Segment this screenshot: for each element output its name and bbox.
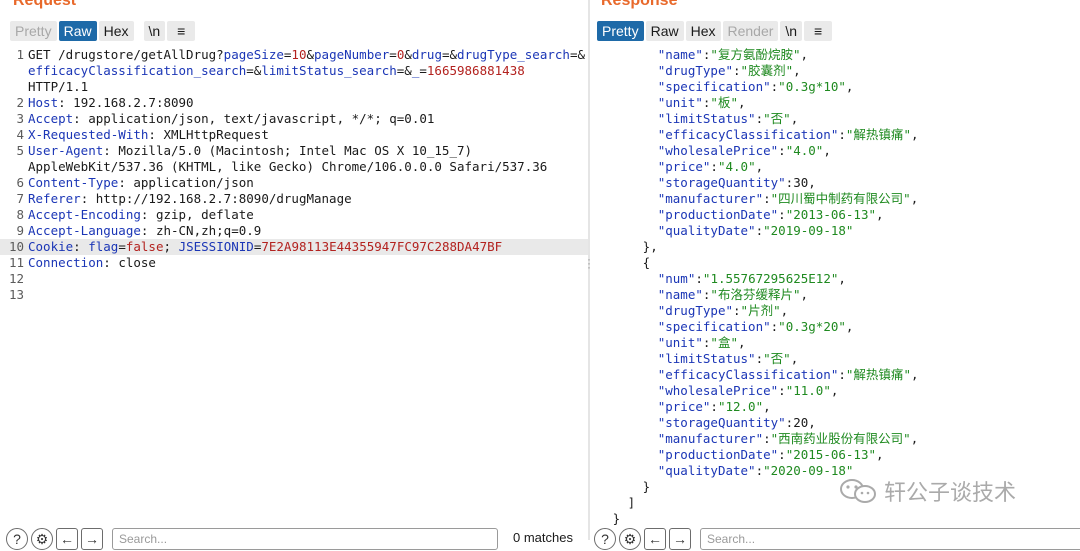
help-icon[interactable]: ? — [594, 528, 616, 550]
request-line-9: 9 Accept-Language: zh-CN,zh;q=0.9 — [16, 223, 262, 238]
tab-raw[interactable]: Raw — [645, 21, 684, 41]
next-match-icon[interactable]: → — [81, 528, 103, 550]
response-search-bar: ? ⚙ ← → Search... — [594, 527, 1080, 551]
request-line-12: 12 — [8, 271, 24, 286]
request-line-5: 5 User-Agent: Mozilla/5.0 (Macintosh; Int… — [16, 143, 473, 158]
wechat-logo-icon — [840, 479, 876, 503]
tab-hex[interactable]: Hex — [98, 21, 134, 41]
request-line-7: 7 Referer: http://192.168.2.7:8090/drugMa… — [16, 191, 352, 206]
previous-match-icon[interactable]: ← — [644, 528, 666, 550]
response-view-tabs: Pretty Raw Hex Render \n ≡ — [597, 21, 834, 41]
request-line-11: 11 Connection: close — [8, 255, 156, 270]
request-line-1: 1 GET /drugstore/getAllDrug?pageSize=10&p… — [16, 47, 585, 62]
request-line-8: 8 Accept-Encoding: gzip, deflate — [16, 207, 254, 222]
request-line-3: 3 Accept: application/json, text/javascri… — [16, 111, 435, 126]
response-pane: Response Pretty Raw Hex Render \n ≡ "nam… — [590, 0, 1080, 540]
response-title: Response — [601, 0, 678, 9]
newline-toggle[interactable]: \n — [143, 21, 166, 41]
request-search-input[interactable]: Search... — [112, 528, 498, 550]
tab-raw[interactable]: Raw — [58, 21, 97, 41]
request-pane: Request Pretty Raw Hex \n ≡ 1 GET /drugst… — [0, 0, 588, 540]
request-line-6: 6 Content-Type: application/json — [16, 175, 254, 190]
request-view-tabs: Pretty Raw Hex \n ≡ — [10, 21, 197, 41]
match-count: 0 matches — [513, 530, 573, 545]
newline-toggle[interactable]: \n — [780, 21, 803, 41]
tab-render[interactable]: Render — [722, 21, 779, 41]
watermark: 轩公子谈技术 — [838, 476, 1016, 506]
response-search-input[interactable]: Search... — [700, 528, 1080, 550]
request-line-4: 4 X-Requested-With: XMLHttpRequest — [16, 127, 269, 142]
help-icon[interactable]: ? — [6, 528, 28, 550]
request-search-bar: ? ⚙ ← → Search... — [6, 527, 498, 551]
settings-gear-icon[interactable]: ⚙ — [31, 528, 53, 550]
request-editor[interactable]: 1 GET /drugstore/getAllDrug?pageSize=10&p… — [0, 47, 588, 303]
watermark-text: 轩公子谈技术 — [884, 480, 1017, 505]
next-match-icon[interactable]: → — [669, 528, 691, 550]
request-line-13: 13 — [8, 287, 24, 302]
request-line-10-cookie: 10 Cookie: flag=false; JSESSIONID=7E2A981… — [0, 239, 588, 255]
request-title: Request — [13, 0, 77, 9]
response-editor[interactable]: "name":"复方氨酚烷胺", "drugType":"胶囊剂", "spec… — [590, 47, 1080, 527]
settings-gear-icon[interactable]: ⚙ — [619, 528, 641, 550]
menu-icon[interactable]: ≡ — [167, 21, 196, 41]
tab-hex[interactable]: Hex — [685, 21, 721, 41]
tab-pretty[interactable]: Pretty — [10, 21, 57, 41]
previous-match-icon[interactable]: ← — [56, 528, 78, 550]
request-line-2: 2 Host: 192.168.2.7:8090 — [16, 95, 194, 110]
menu-icon[interactable]: ≡ — [804, 21, 833, 41]
tab-pretty[interactable]: Pretty — [597, 21, 644, 41]
